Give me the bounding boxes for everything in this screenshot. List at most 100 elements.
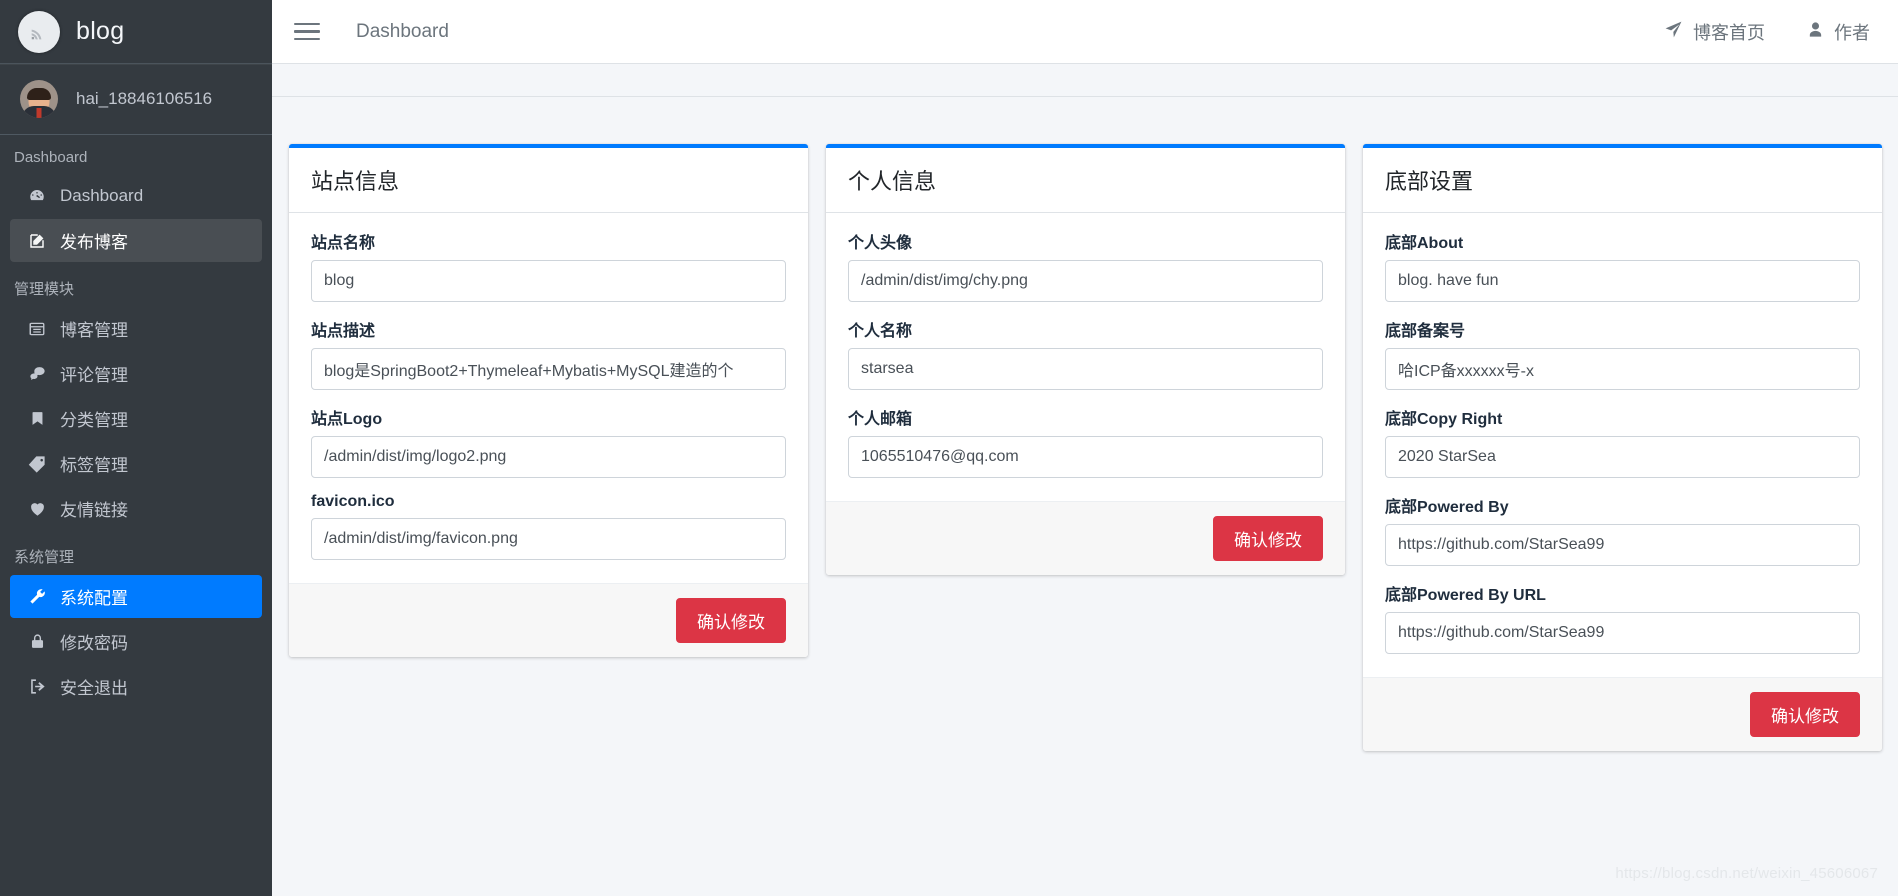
sidebar-item-category-management[interactable]: 分类管理 bbox=[10, 397, 262, 440]
form-group: 站点描述 bbox=[311, 317, 786, 390]
form-label: 底部About bbox=[1385, 235, 1464, 252]
user-icon bbox=[1807, 21, 1824, 43]
form-label: 个人头像 bbox=[848, 235, 913, 252]
tag-icon bbox=[24, 454, 50, 473]
form-label: 站点名称 bbox=[311, 235, 376, 252]
sidebar-item-label: 修改密码 bbox=[60, 634, 128, 653]
list-icon bbox=[24, 320, 50, 338]
card-footer: 确认修改 bbox=[826, 501, 1345, 575]
form-label: 个人邮箱 bbox=[848, 411, 913, 428]
personal-avatar-input[interactable] bbox=[848, 260, 1323, 302]
site-logo-input[interactable] bbox=[311, 436, 786, 478]
sidebar-item-publish-blog[interactable]: 发布博客 bbox=[10, 219, 262, 262]
user-panel[interactable]: hai_18846106516 bbox=[0, 64, 272, 135]
sidebar-item-dashboard[interactable]: Dashboard bbox=[10, 174, 262, 217]
sidebar-item-blog-management[interactable]: 博客管理 bbox=[10, 307, 262, 350]
hamburger-icon[interactable] bbox=[294, 19, 320, 45]
card-body: 个人头像 个人名称 个人邮箱 bbox=[826, 213, 1345, 501]
form-label: 个人名称 bbox=[848, 323, 913, 340]
form-group: 底部Copy Right bbox=[1385, 405, 1860, 478]
footer-powered-by-url-input[interactable] bbox=[1385, 612, 1860, 654]
card-body: 站点名称 站点描述 站点Logo favicon.ico bbox=[289, 213, 808, 583]
sidebar-item-label: 分类管理 bbox=[60, 411, 128, 430]
form-label: 站点描述 bbox=[311, 323, 376, 340]
sidebar-brand[interactable]: blog bbox=[0, 0, 272, 64]
card-header: 个人信息 bbox=[826, 148, 1345, 213]
nav-header-management: 管理模块 bbox=[14, 281, 75, 298]
brand-title: blog bbox=[76, 17, 125, 45]
sidebar-item-comment-management[interactable]: 评论管理 bbox=[10, 352, 262, 395]
form-group: 底部About bbox=[1385, 229, 1860, 302]
card-body: 底部About 底部备案号 底部Copy Right 底部Powered By … bbox=[1363, 213, 1882, 677]
watermark: https://blog.csdn.net/weixin_45606067 bbox=[1615, 865, 1878, 882]
nav-list-dashboard: Dashboard 发布博客 bbox=[0, 174, 272, 262]
top-navbar: Dashboard 博客首页 作者 bbox=[272, 0, 1898, 64]
form-group: 底部备案号 bbox=[1385, 317, 1860, 390]
sidebar-item-logout[interactable]: 安全退出 bbox=[10, 665, 262, 708]
user-name: hai_18846106516 bbox=[76, 89, 213, 108]
form-group: 底部Powered By URL bbox=[1385, 581, 1860, 654]
form-label: 底部备案号 bbox=[1385, 323, 1466, 340]
form-group: 个人邮箱 bbox=[848, 405, 1323, 478]
navbar-link-blog-home[interactable]: 博客首页 bbox=[1664, 19, 1765, 45]
footer-about-input[interactable] bbox=[1385, 260, 1860, 302]
sidebar-item-friend-links[interactable]: 友情链接 bbox=[10, 487, 262, 530]
sidebar: blog hai_18846106516 Dashboard Dashboard… bbox=[0, 0, 272, 896]
card-footer: 确认修改 bbox=[289, 583, 808, 657]
card-site-info: 站点信息 站点名称 站点描述 站点Logo favicon.ico bbox=[289, 144, 808, 657]
content-area: 站点信息 站点名称 站点描述 站点Logo favicon.ico bbox=[272, 64, 1898, 896]
card-footer-settings: 底部设置 底部About 底部备案号 底部Copy Right 底部Powere… bbox=[1363, 144, 1882, 751]
sidebar-item-label: 评论管理 bbox=[60, 366, 128, 385]
confirm-site-info-button[interactable]: 确认修改 bbox=[676, 598, 786, 643]
sidebar-item-label: 系统配置 bbox=[60, 589, 128, 608]
nav-header-dashboard: Dashboard bbox=[14, 149, 88, 166]
card-header: 底部设置 bbox=[1363, 148, 1882, 213]
form-label: 底部Powered By URL bbox=[1385, 587, 1546, 604]
edit-icon bbox=[24, 232, 50, 250]
navbar-link-label: 博客首页 bbox=[1693, 22, 1765, 43]
heart-icon bbox=[24, 499, 50, 518]
confirm-personal-info-button[interactable]: 确认修改 bbox=[1213, 516, 1323, 561]
bookmark-icon bbox=[24, 410, 50, 427]
card-footer: 确认修改 bbox=[1363, 677, 1882, 751]
site-description-input[interactable] bbox=[311, 348, 786, 390]
card-title: 个人信息 bbox=[848, 169, 937, 194]
nav-header-system: 系统管理 bbox=[14, 549, 75, 566]
sidebar-item-label: 博客管理 bbox=[60, 321, 128, 340]
sidebar-item-change-password[interactable]: 修改密码 bbox=[10, 620, 262, 663]
wrench-icon bbox=[24, 587, 50, 606]
personal-email-input[interactable] bbox=[848, 436, 1323, 478]
form-group: 站点名称 bbox=[311, 229, 786, 302]
personal-name-input[interactable] bbox=[848, 348, 1323, 390]
card-personal-info: 个人信息 个人头像 个人名称 个人邮箱 确认修改 bbox=[826, 144, 1345, 575]
nav-list-system: 系统配置 修改密码 安全退出 bbox=[0, 575, 272, 708]
card-title: 底部设置 bbox=[1385, 169, 1474, 194]
navbar-link-label: 作者 bbox=[1834, 22, 1870, 43]
form-label: favicon.ico bbox=[311, 493, 395, 510]
footer-copyright-input[interactable] bbox=[1385, 436, 1860, 478]
sidebar-item-tag-management[interactable]: 标签管理 bbox=[10, 442, 262, 485]
navbar-link-author[interactable]: 作者 bbox=[1807, 19, 1870, 45]
dashboard-icon bbox=[24, 187, 50, 205]
sidebar-item-label: 标签管理 bbox=[60, 456, 128, 475]
form-label: 底部Copy Right bbox=[1385, 411, 1503, 428]
breadcrumb[interactable]: Dashboard bbox=[356, 21, 449, 43]
sidebar-item-system-config[interactable]: 系统配置 bbox=[10, 575, 262, 618]
blog-logo-icon bbox=[18, 10, 60, 53]
confirm-footer-settings-button[interactable]: 确认修改 bbox=[1750, 692, 1860, 737]
form-group: 个人头像 bbox=[848, 229, 1323, 302]
lock-icon bbox=[24, 633, 50, 650]
footer-powered-by-input[interactable] bbox=[1385, 524, 1860, 566]
sidebar-item-label: 发布博客 bbox=[60, 233, 128, 252]
footer-icp-input[interactable] bbox=[1385, 348, 1860, 390]
content-divider bbox=[272, 96, 1898, 97]
form-label: 站点Logo bbox=[311, 411, 383, 428]
sidebar-item-label: 友情链接 bbox=[60, 501, 128, 520]
site-name-input[interactable] bbox=[311, 260, 786, 302]
navbar-right: 博客首页 作者 bbox=[1664, 19, 1898, 45]
form-group: favicon.ico bbox=[311, 493, 786, 560]
favicon-input[interactable] bbox=[311, 518, 786, 560]
nav-list-management: 博客管理 评论管理 分类管理 标签管理 友情链接 bbox=[0, 307, 272, 530]
form-group: 站点Logo bbox=[311, 405, 786, 478]
signout-icon bbox=[24, 677, 50, 696]
